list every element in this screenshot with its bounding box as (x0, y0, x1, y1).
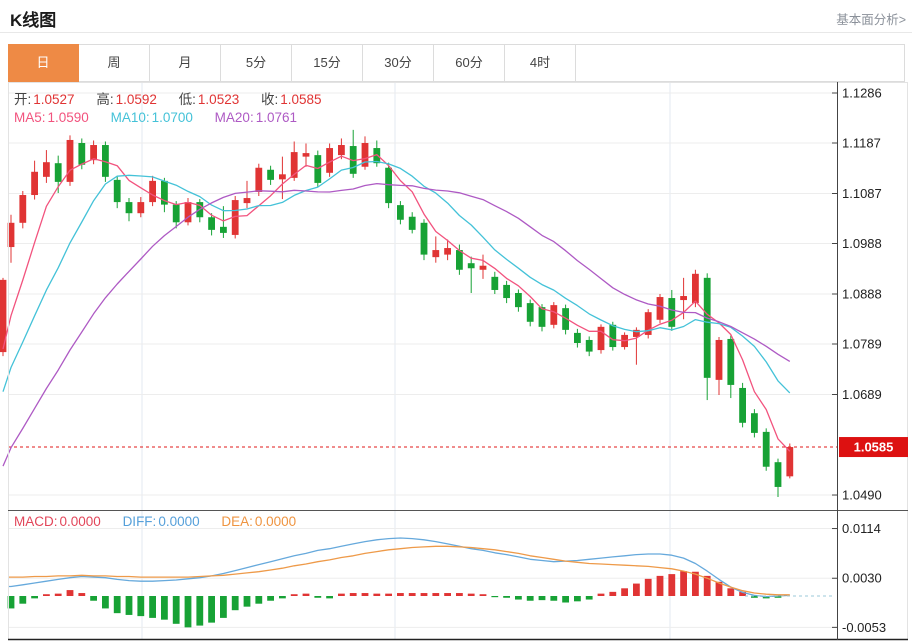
dea-value: 0.0000 (255, 514, 296, 529)
low-label: 低: (179, 92, 196, 107)
ma-readout: MA5:1.0590 MA10:1.0700 MA20:1.0761 (14, 110, 299, 125)
price-axis-label: 1.0988 (842, 236, 882, 251)
price-axis-label: 1.0789 (842, 337, 882, 352)
ohlc-readout: 开:1.0527 高:1.0592 低:1.0523 收:1.0585 (14, 88, 324, 108)
ma20-value: 1.0761 (256, 110, 297, 125)
current-price-tag: 1.0585 (839, 437, 908, 457)
diff-value: 0.0000 (158, 514, 199, 529)
price-axis-label: 1.1087 (842, 186, 882, 201)
high-value: 1.0592 (116, 92, 157, 107)
panel-borders (8, 82, 908, 640)
low-value: 1.0523 (198, 92, 239, 107)
open-label: 开: (14, 92, 31, 107)
tab-day[interactable]: 日 (8, 44, 79, 82)
tab-month[interactable]: 月 (150, 45, 221, 81)
period-tabs: 日周月5分15分30分60分4时 (8, 44, 905, 82)
close-value: 1.0585 (280, 92, 321, 107)
macd-value: 0.0000 (60, 514, 101, 529)
price-axis-label: 1.1187 (842, 136, 881, 151)
diff-label: DIFF: (123, 514, 157, 529)
price-axis-label: 1.0888 (842, 287, 882, 302)
macd-axis-label: -0.0053 (842, 620, 886, 635)
gridlines (8, 82, 837, 640)
ma10-label: MA10: (111, 110, 150, 125)
header-divider (0, 32, 912, 33)
ma10-value: 1.0700 (152, 110, 193, 125)
ma5-label: MA5: (14, 110, 46, 125)
tab-60min[interactable]: 60分 (434, 45, 505, 81)
macd-axis-label: 0.0030 (842, 571, 882, 586)
high-label: 高: (96, 92, 113, 107)
ma-lines (3, 155, 790, 467)
price-axis-label: 1.0689 (842, 387, 882, 402)
price-axis-label: 1.1286 (842, 86, 882, 101)
current-price-tag-text: 1.0585 (854, 440, 894, 455)
price-axis-label: 1.0490 (842, 488, 882, 503)
fundamental-analysis-link[interactable]: 基本面分析> (836, 9, 906, 28)
page-title: K线图 (10, 6, 56, 31)
macd-axis-labels: 0.0114 0.0030 -0.0053 (832, 521, 886, 635)
tab-30min[interactable]: 30分 (363, 45, 434, 81)
tab-4hour[interactable]: 4时 (505, 45, 576, 81)
ma10-line (3, 162, 790, 393)
ma20-label: MA20: (215, 110, 254, 125)
macd-lines (8, 538, 835, 597)
tab-5min[interactable]: 5分 (221, 45, 292, 81)
tab-week[interactable]: 周 (79, 45, 150, 81)
open-value: 1.0527 (33, 92, 74, 107)
close-label: 收: (261, 92, 278, 107)
dea-label: DEA: (221, 514, 253, 529)
ma5-value: 1.0590 (48, 110, 89, 125)
macd-label: MACD: (14, 514, 58, 529)
tab-15min[interactable]: 15分 (292, 45, 363, 81)
macd-readout: MACD:0.0000 DIFF:0.0000 DEA:0.0000 (14, 514, 298, 529)
macd-axis-label: 0.0114 (842, 521, 881, 536)
